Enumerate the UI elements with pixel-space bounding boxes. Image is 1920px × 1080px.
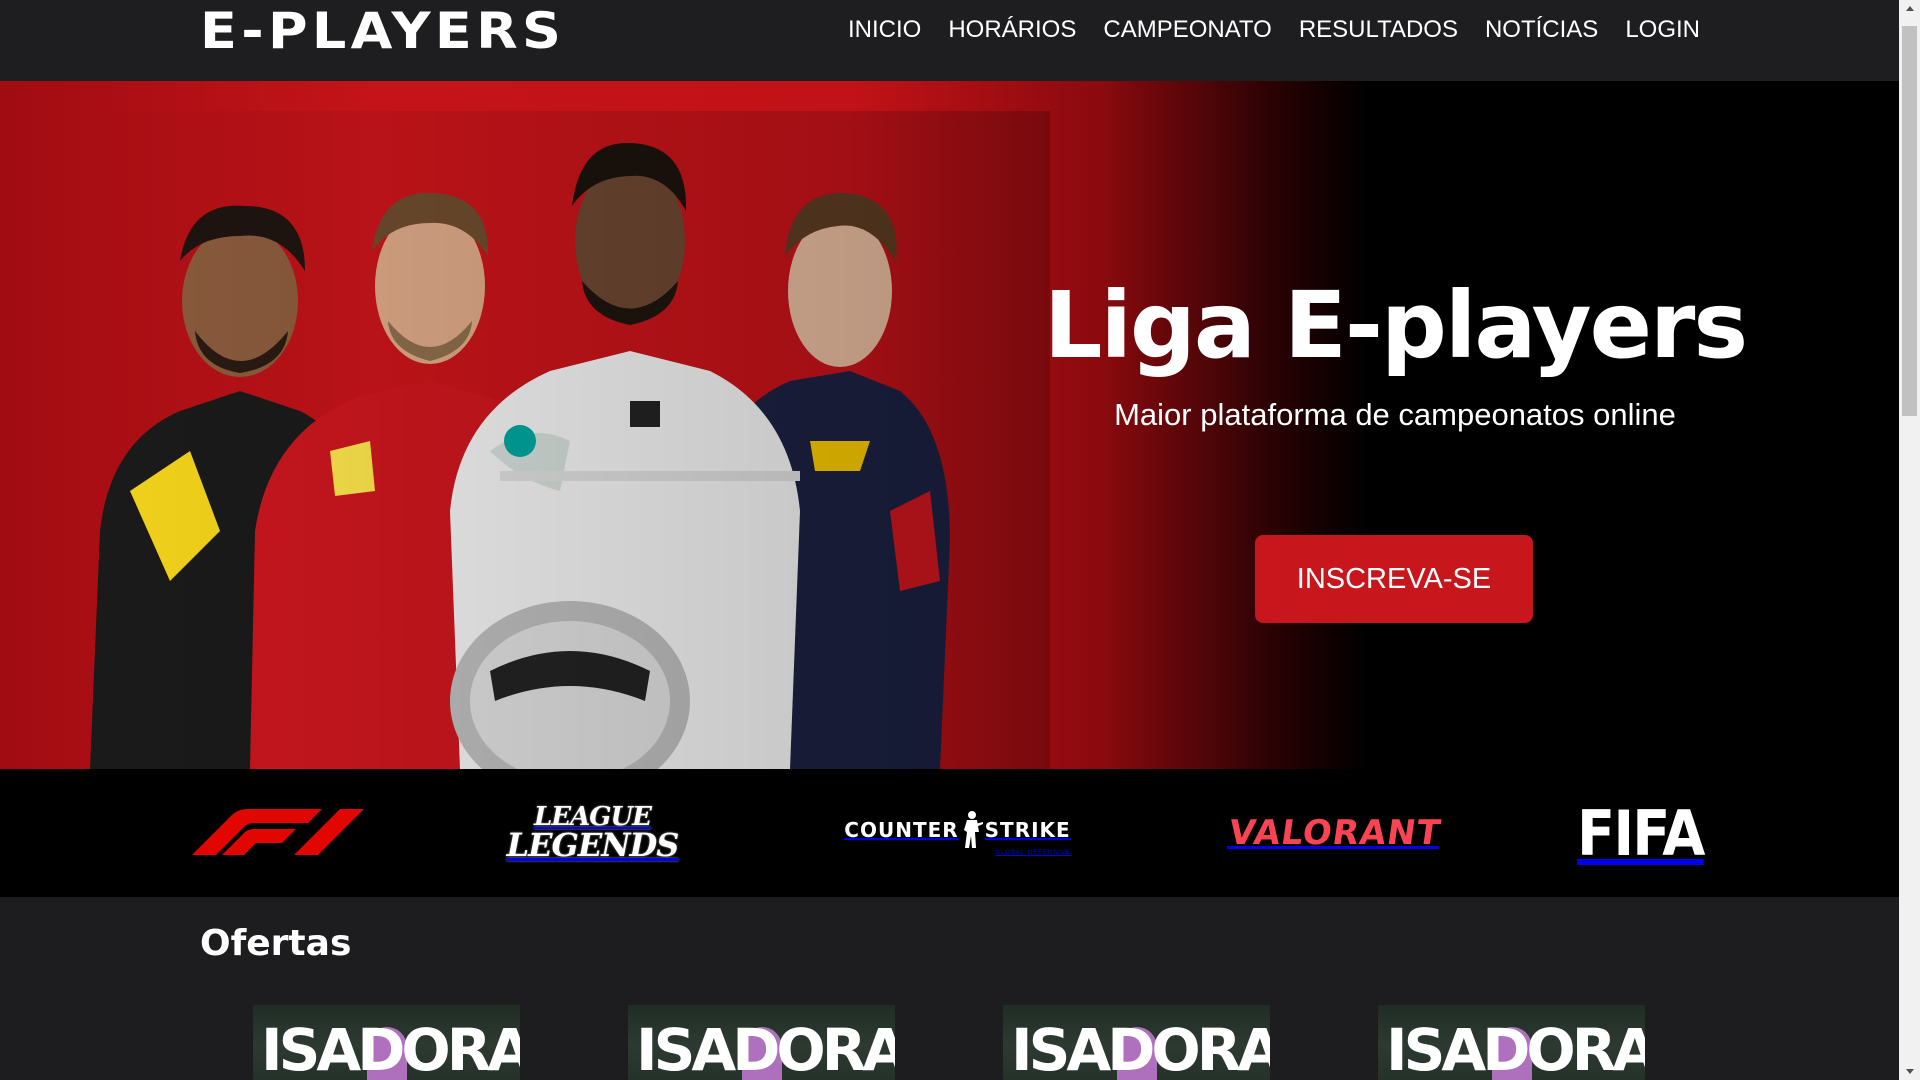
scroll-up-arrow-icon[interactable] xyxy=(1899,0,1920,17)
nav-link-campeonato[interactable]: CAMPEONATO xyxy=(1103,16,1271,44)
offer-name: ISADORA xyxy=(1011,1016,1270,1080)
scrollbar-thumb[interactable] xyxy=(1902,26,1917,416)
drivers-image xyxy=(70,111,1050,769)
offer-card[interactable]: ISADORA xyxy=(628,1005,895,1080)
site-header: E-PLAYERS INICIO HORÁRIOS CAMPEONATO RES… xyxy=(0,0,1899,81)
cs-word-left: COUNTER xyxy=(844,818,959,842)
nav-link-horarios[interactable]: HORÁRIOS xyxy=(948,16,1076,44)
nav-link-login[interactable]: LOGIN xyxy=(1625,16,1700,44)
nav-link-resultados[interactable]: RESULTADOS xyxy=(1299,16,1458,44)
fifa-wordmark: FIFA xyxy=(1576,796,1705,870)
game-lol-logo[interactable]: LEAGUE LEGENDS xyxy=(500,769,685,897)
nav-link-inicio[interactable]: INICIO xyxy=(848,16,921,44)
lol-line-2: LEGENDS xyxy=(506,826,680,864)
f1-logo-icon: F1 xyxy=(191,809,364,855)
game-valorant-logo[interactable]: VALORANT xyxy=(1226,769,1443,897)
cs-subtitle: GLOBAL OFFENSIVE xyxy=(995,850,1071,856)
offer-card[interactable]: ISADORA xyxy=(1003,1005,1270,1080)
game-f1-logo[interactable]: F1 xyxy=(190,769,365,897)
scroll-down-arrow-icon[interactable] xyxy=(1899,1063,1920,1080)
cs-soldier-icon xyxy=(963,811,983,848)
signup-button[interactable]: INSCREVA-SE xyxy=(1255,535,1533,623)
site-logo[interactable]: E-PLAYERS xyxy=(200,6,565,56)
hero-banner: Liga E-players Maior plataforma de campe… xyxy=(0,81,1899,769)
nav-link-noticias[interactable]: NOTÍCIAS xyxy=(1485,16,1598,44)
cs-word-right: STRIKE xyxy=(984,818,1071,842)
offer-card[interactable]: ISADORA xyxy=(253,1005,520,1080)
offer-name: ISADORA xyxy=(636,1016,895,1080)
offer-name: ISADORA xyxy=(1386,1016,1645,1080)
offer-name: ISADORA xyxy=(261,1016,520,1080)
offer-card[interactable]: ISADORA xyxy=(1378,1005,1645,1080)
main-nav: INICIO HORÁRIOS CAMPEONATO RESULTADOS NO… xyxy=(848,16,1700,44)
page-scrollbar[interactable] xyxy=(1899,0,1920,1080)
hero-subtitle: Maior plataforma de campeonatos online xyxy=(1114,397,1676,432)
games-strip: F1 LEAGUE LEGENDS COUNTER STRIKE GLOBAL … xyxy=(0,769,1899,897)
game-cs-logo[interactable]: COUNTER STRIKE GLOBAL OFFENSIVE xyxy=(835,769,1080,897)
offers-heading: Ofertas xyxy=(200,923,352,964)
hero-title: Liga E-players xyxy=(1043,272,1748,379)
game-fifa-logo[interactable]: FIFA xyxy=(1575,769,1705,897)
valorant-wordmark: VALORANT xyxy=(1226,813,1444,853)
